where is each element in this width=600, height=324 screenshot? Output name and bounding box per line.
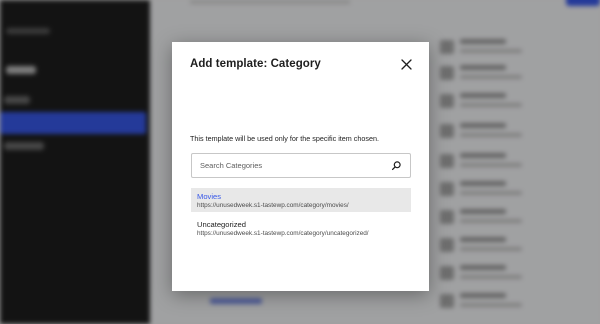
screen: Add template: Category This template wil… bbox=[0, 0, 600, 324]
search-icon bbox=[391, 161, 401, 171]
result-name: Movies bbox=[197, 192, 222, 201]
close-icon bbox=[400, 58, 412, 70]
add-template-modal: Add template: Category This template wil… bbox=[172, 42, 429, 291]
modal-description: This template will be used only for the … bbox=[190, 134, 379, 143]
result-item-movies[interactable]: Movies https://unusedweek.s1-tastewp.com… bbox=[191, 188, 411, 212]
search-results-list: Movies https://unusedweek.s1-tastewp.com… bbox=[191, 188, 411, 240]
close-button[interactable] bbox=[399, 57, 413, 71]
result-name: Uncategorized bbox=[197, 220, 246, 229]
modal-header: Add template: Category bbox=[190, 57, 415, 71]
search-input[interactable] bbox=[200, 154, 385, 177]
result-url: https://unusedweek.s1-tastewp.com/catego… bbox=[197, 202, 349, 209]
modal-title: Add template: Category bbox=[190, 58, 321, 70]
search-field[interactable] bbox=[191, 153, 411, 178]
result-item-uncategorized[interactable]: Uncategorized https://unusedweek.s1-tast… bbox=[191, 216, 411, 240]
result-url: https://unusedweek.s1-tastewp.com/catego… bbox=[197, 230, 369, 237]
